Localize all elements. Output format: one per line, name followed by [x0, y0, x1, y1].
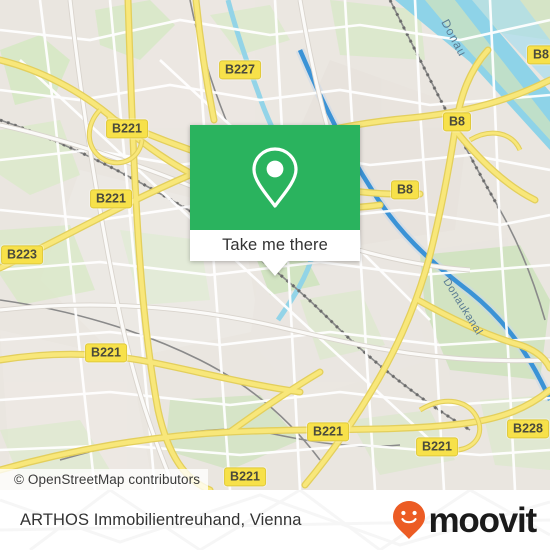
- take-me-there-callout[interactable]: Take me there: [190, 125, 360, 276]
- road-shield-label: B221: [422, 439, 452, 454]
- attribution-text: © OpenStreetMap contributors: [14, 472, 201, 487]
- road-shield-label: B8: [397, 182, 413, 197]
- road-shield-label: B8: [449, 114, 465, 129]
- road-shield-label: B221: [91, 345, 121, 360]
- road-shield-label: B221: [112, 121, 142, 136]
- moovit-wordmark: moovit: [428, 500, 537, 540]
- road-shield-b8: B8: [443, 112, 471, 132]
- road-shield-b228: B228: [507, 419, 549, 439]
- take-me-there-button[interactable]: Take me there: [190, 230, 360, 261]
- road-shield-b8: B8: [391, 180, 419, 200]
- take-me-there-label: Take me there: [222, 236, 328, 254]
- place-title: ARTHOS Immobilientreuhand, Vienna: [20, 490, 302, 550]
- road-shield-label: B223: [7, 247, 37, 262]
- location-pin-icon: [252, 146, 298, 208]
- road-shield-b221: B221: [90, 189, 132, 209]
- callout-icon-area: [190, 125, 360, 230]
- road-shield-label: B221: [313, 424, 343, 439]
- moovit-place-card: Donau Donaukanal B227 B221 B221 B223 B221 B22…: [0, 0, 550, 550]
- road-shield-b221: B221: [85, 343, 127, 363]
- moovit-smile-pin-icon: [393, 501, 426, 539]
- road-shield-label: B221: [230, 469, 260, 484]
- road-shield-b221: B221: [106, 119, 148, 139]
- road-shield-label: B8: [533, 47, 549, 62]
- road-shield-b8: B8: [527, 45, 550, 65]
- map-attribution[interactable]: © OpenStreetMap contributors: [0, 469, 209, 490]
- road-shield-label: B221: [96, 191, 126, 206]
- callout-tail: [262, 261, 288, 276]
- moovit-logo[interactable]: moovit: [392, 490, 537, 550]
- road-shield-label: B228: [513, 421, 543, 436]
- road-shield-b223: B223: [1, 245, 43, 265]
- road-shield-label: B227: [225, 62, 255, 77]
- road-shield-b221: B221: [416, 437, 458, 457]
- road-shield-b221: B221: [307, 422, 349, 442]
- road-shield-b227: B227: [219, 60, 261, 80]
- footer-bar: ARTHOS Immobilientreuhand, Vienna moovit: [0, 490, 550, 550]
- road-shield-b221: B221: [224, 467, 266, 487]
- map-canvas[interactable]: Donau Donaukanal B227 B221 B221 B223 B221 B22…: [0, 0, 550, 490]
- place-title-text: ARTHOS Immobilientreuhand, Vienna: [20, 510, 302, 529]
